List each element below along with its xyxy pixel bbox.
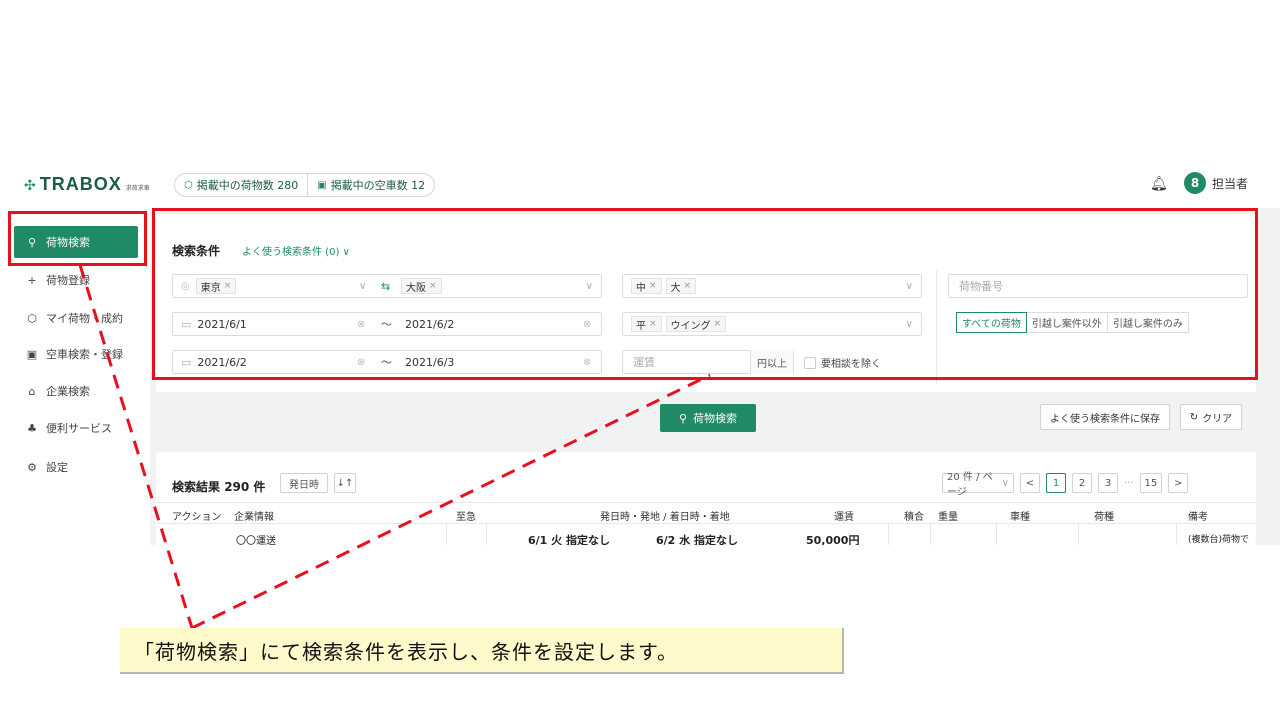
slide: ✣ TRABOX 求荷求車 ⬡ 掲載中の荷物数 280 ▣ 掲載中の空車数 12… xyxy=(0,0,1280,720)
instruction-caption: 「荷物検索」にて検索条件を表示し、条件を設定します。 xyxy=(120,628,844,674)
callout-dashed-lines xyxy=(78,264,711,630)
callout-line-right xyxy=(191,373,711,630)
caption-text: 「荷物検索」にて検索条件を表示し、条件を設定します。 xyxy=(134,639,678,664)
callout-line-left xyxy=(78,264,194,629)
